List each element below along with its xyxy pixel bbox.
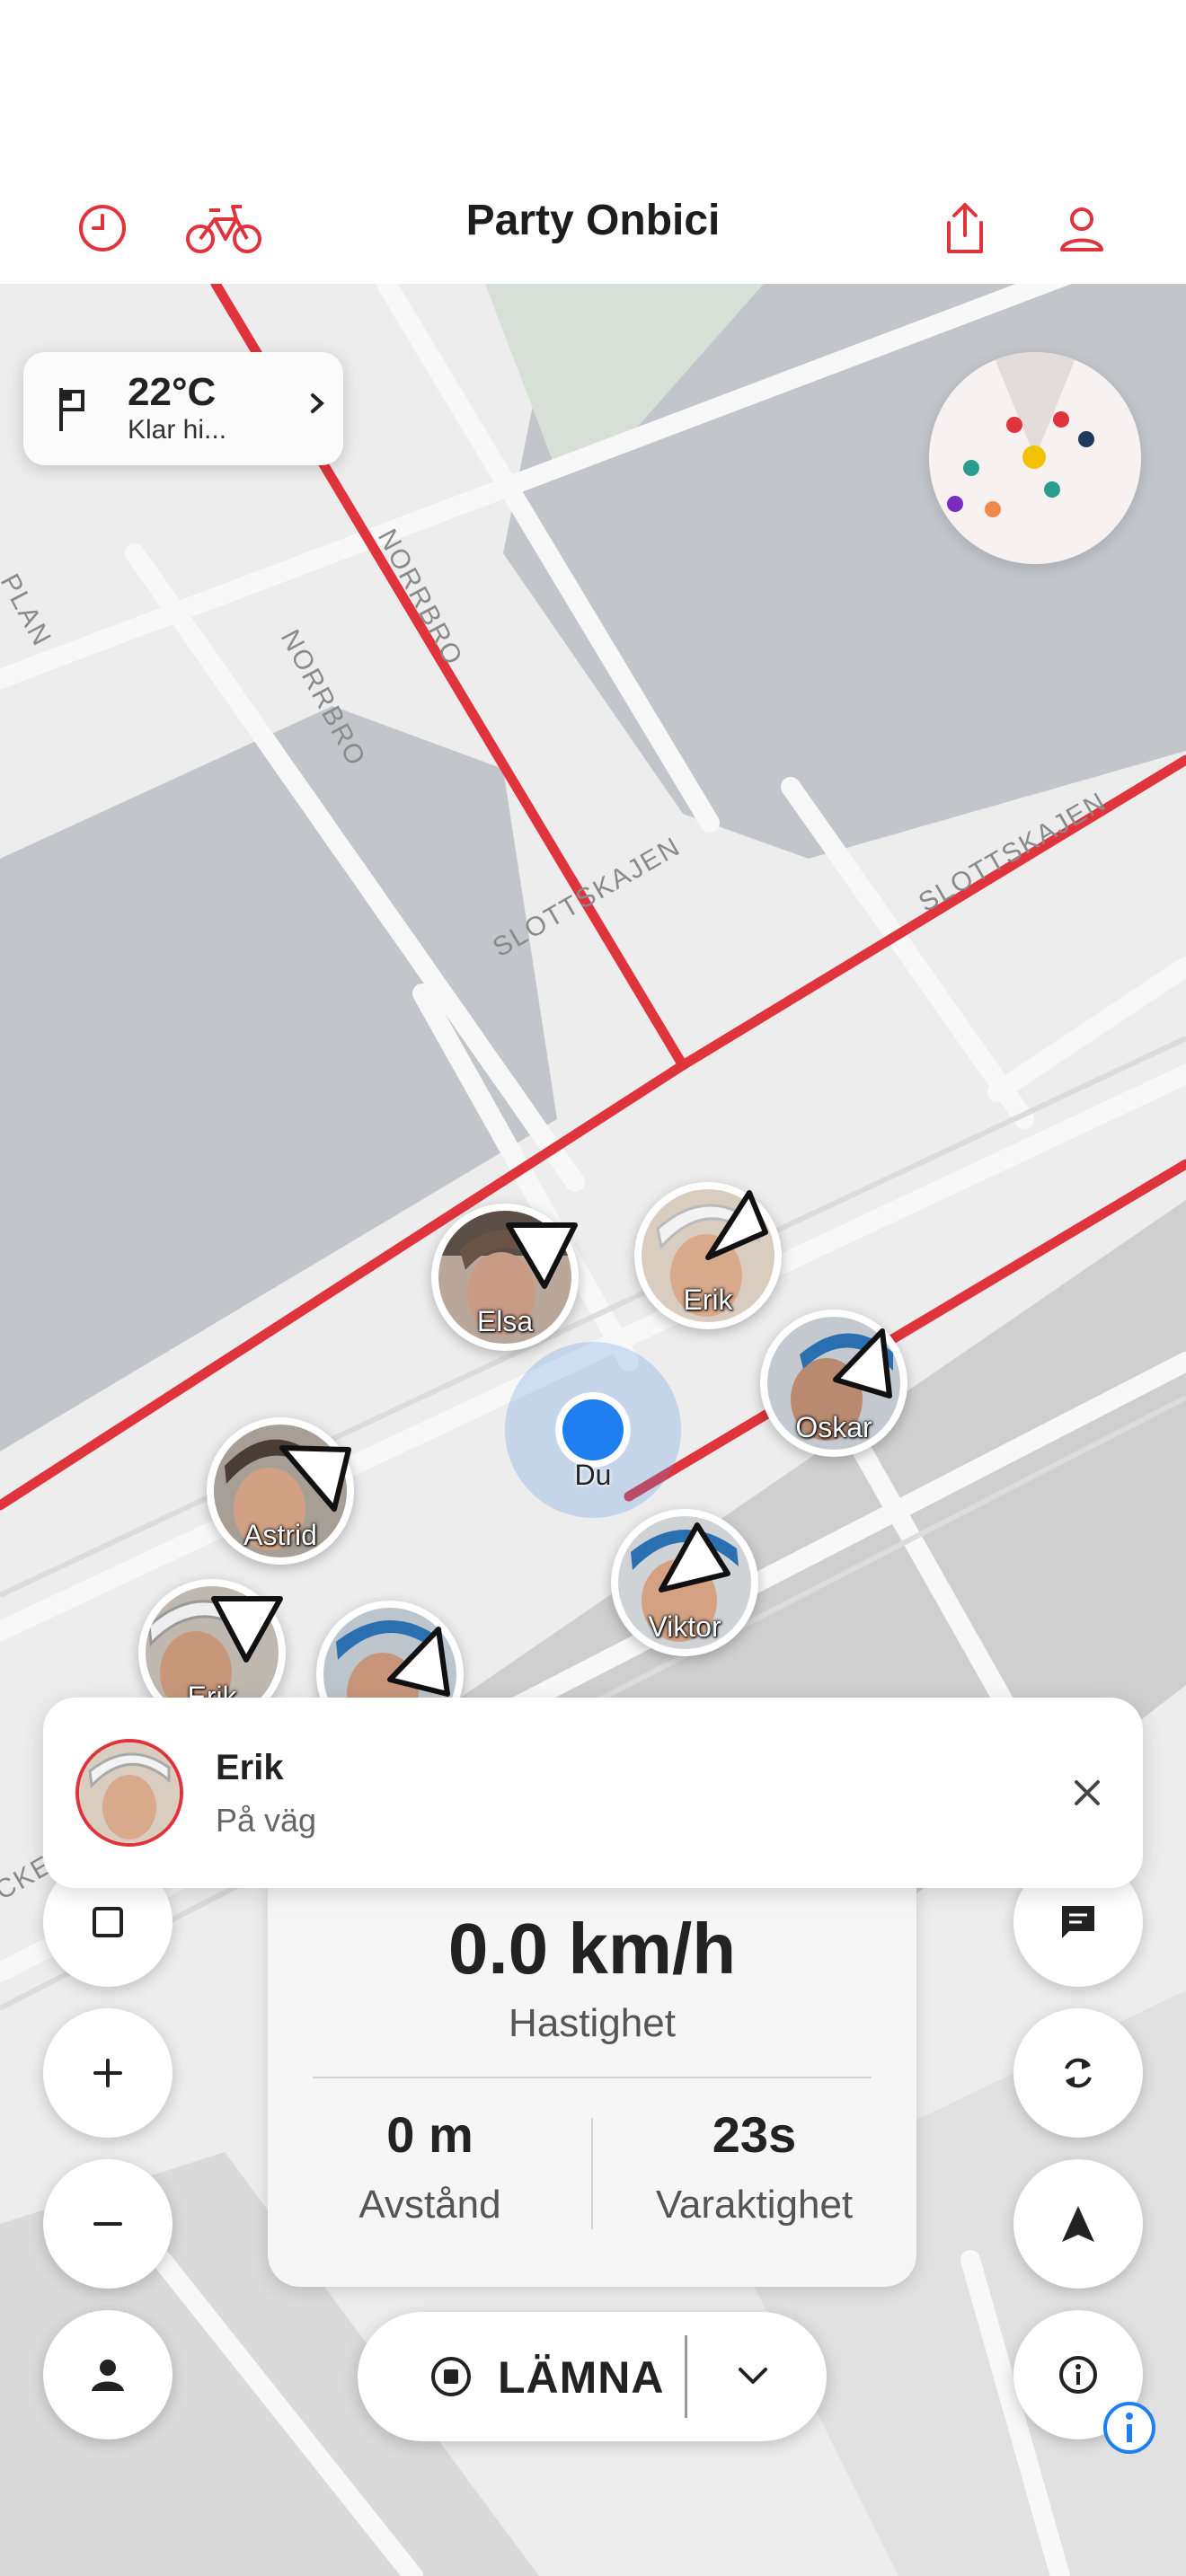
rider-marker[interactable]: Astrid [207, 1417, 354, 1565]
user-button[interactable] [43, 2310, 173, 2439]
share-icon[interactable] [929, 192, 1001, 264]
rider-name: Erik [683, 1284, 733, 1316]
location-dot [562, 1399, 624, 1460]
notification-status: På väg [216, 1802, 317, 1839]
navigate-button[interactable] [1013, 2159, 1143, 2289]
stop-circle-icon [429, 2355, 473, 2403]
distance-value: 0 m [386, 2106, 474, 2163]
minus-icon [93, 2222, 122, 2226]
square-icon [93, 1907, 123, 1937]
info-icon [1059, 2356, 1097, 2394]
person-icon [92, 2360, 124, 2391]
profile-icon[interactable] [1046, 192, 1118, 264]
chevron-down-icon[interactable] [717, 2348, 789, 2405]
duration-value: 23s [712, 2106, 797, 2163]
my-location-label: Du [574, 1459, 612, 1491]
avatar [75, 1739, 183, 1847]
heading-arrow-icon [279, 1445, 351, 1512]
heading-arrow-icon [387, 1627, 450, 1697]
rider-name: Elsa [476, 1305, 534, 1337]
chat-icon [1062, 1906, 1094, 1938]
page-title: Party Onbici [465, 197, 721, 244]
heading-arrow-icon [659, 1522, 730, 1592]
close-icon[interactable] [1051, 1757, 1123, 1829]
map-attribution-icon[interactable] [1102, 2400, 1157, 2456]
rider-marker[interactable]: Viktor [611, 1509, 758, 1656]
speed-value: 0.0 km/h [447, 1909, 737, 1989]
radar-dot [1022, 446, 1046, 469]
navigation-arrow-icon [1062, 2206, 1094, 2242]
ride-stats-panel: 0.0 km/h Hastighet 0 m Avstånd 23s Varak… [268, 1886, 916, 2287]
radar-dot [963, 460, 979, 476]
rider-name: Viktor [648, 1610, 721, 1643]
zoom-out-button[interactable] [43, 2159, 173, 2289]
rider-marker[interactable]: Oskar [760, 1310, 907, 1457]
heading-arrow-icon [705, 1190, 768, 1260]
heading-arrow-icon [506, 1222, 578, 1289]
rider-marker[interactable]: Erik [634, 1182, 782, 1329]
refresh-icon [1065, 2058, 1092, 2088]
distance-label: Avstånd [358, 2183, 501, 2227]
rider-name: Oskar [795, 1411, 872, 1443]
duration-label: Varaktighet [655, 2183, 854, 2227]
leave-button[interactable]: LÄMNA [498, 2351, 665, 2404]
divider [313, 2077, 872, 2078]
weather-temperature: 22°C [128, 370, 217, 414]
radar-dot [985, 501, 1001, 517]
speed-label: Hastighet [509, 2001, 676, 2045]
my-location-marker: Du [505, 1342, 681, 1518]
heading-arrow-icon [833, 1328, 892, 1398]
notification-name: Erik [216, 1748, 284, 1787]
radar-dot [947, 496, 963, 512]
top-bar: Party Onbici [0, 0, 1186, 284]
heading-arrow-icon [211, 1596, 283, 1663]
plus-icon [93, 2059, 122, 2087]
weather-description: Klar hi... [128, 415, 227, 445]
weather-card[interactable]: 22°C Klar hi... [23, 352, 343, 465]
rider-radar[interactable] [929, 352, 1141, 564]
rider-name: Astrid [243, 1519, 317, 1551]
rider-marker[interactable]: Elsa [431, 1204, 579, 1351]
refresh-button[interactable] [1013, 2008, 1143, 2138]
radar-dot [1044, 481, 1060, 498]
flag-icon [58, 386, 90, 437]
radar-dot [1078, 431, 1094, 447]
zoom-in-button[interactable] [43, 2008, 173, 2138]
rider-notification[interactable]: Erik På väg [43, 1698, 1143, 1888]
leave-ride-control: LÄMNA [358, 2312, 827, 2441]
radar-dot [1053, 411, 1069, 428]
radar-dot [1006, 417, 1022, 433]
divider [685, 2335, 687, 2418]
chevron-right-icon [309, 388, 327, 423]
